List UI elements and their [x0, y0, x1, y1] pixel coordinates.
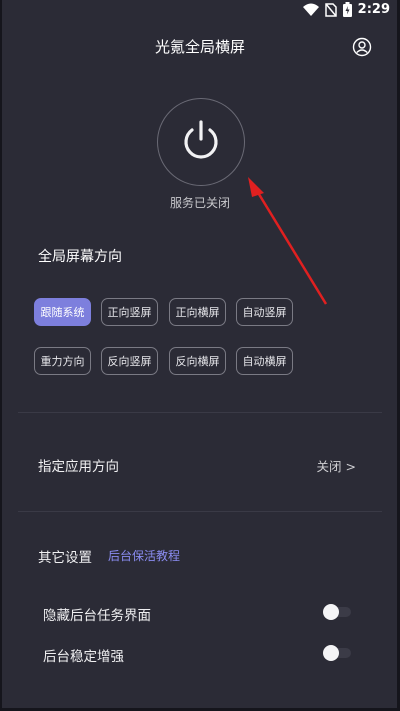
orientation-heading: 全局屏幕方向	[38, 249, 122, 265]
chip-follow-system[interactable]: 跟随系统	[34, 298, 91, 326]
status-bar: 2:29	[0, 0, 400, 22]
chip-reverse-portrait[interactable]: 反向竖屏	[101, 347, 158, 375]
hide-recents-toggle[interactable]	[323, 604, 353, 620]
background-stability-toggle[interactable]	[323, 645, 353, 661]
status-time: 2:29	[357, 2, 390, 17]
page-title: 光氪全局横屏	[154, 38, 245, 56]
app-screen: 2:29 光氪全局横屏 服务已关闭 全局屏幕方向 跟随系统 正向竖屏 正向横屏 …	[0, 0, 400, 711]
status-icons: 2:29	[302, 2, 390, 17]
app-orientation-value[interactable]: 关闭 >	[317, 456, 356, 475]
chip-portrait[interactable]: 正向竖屏	[101, 298, 158, 326]
divider	[18, 511, 382, 512]
wifi-icon	[302, 3, 319, 17]
chip-reverse-landscape[interactable]: 反向横屏	[169, 347, 226, 375]
other-settings-heading: 其它设置	[38, 550, 92, 566]
chip-gravity[interactable]: 重力方向	[34, 347, 91, 375]
service-status-text: 服务已关闭	[169, 196, 230, 210]
user-icon[interactable]	[352, 37, 372, 57]
power-icon	[181, 119, 221, 165]
power-button[interactable]	[157, 98, 245, 186]
divider	[18, 412, 382, 413]
battery-charging-icon	[342, 2, 352, 17]
no-sim-icon	[324, 2, 337, 17]
chip-landscape[interactable]: 正向横屏	[169, 298, 226, 326]
keep-alive-tutorial-link[interactable]: 后台保活教程	[108, 547, 180, 564]
chip-auto-landscape[interactable]: 自动横屏	[236, 347, 293, 375]
chip-auto-portrait[interactable]: 自动竖屏	[236, 298, 293, 326]
background-stability-label: 后台稳定增强	[43, 649, 124, 665]
app-orientation-label[interactable]: 指定应用方向	[38, 455, 119, 475]
hide-recents-label: 隐藏后台任务界面	[43, 608, 151, 624]
